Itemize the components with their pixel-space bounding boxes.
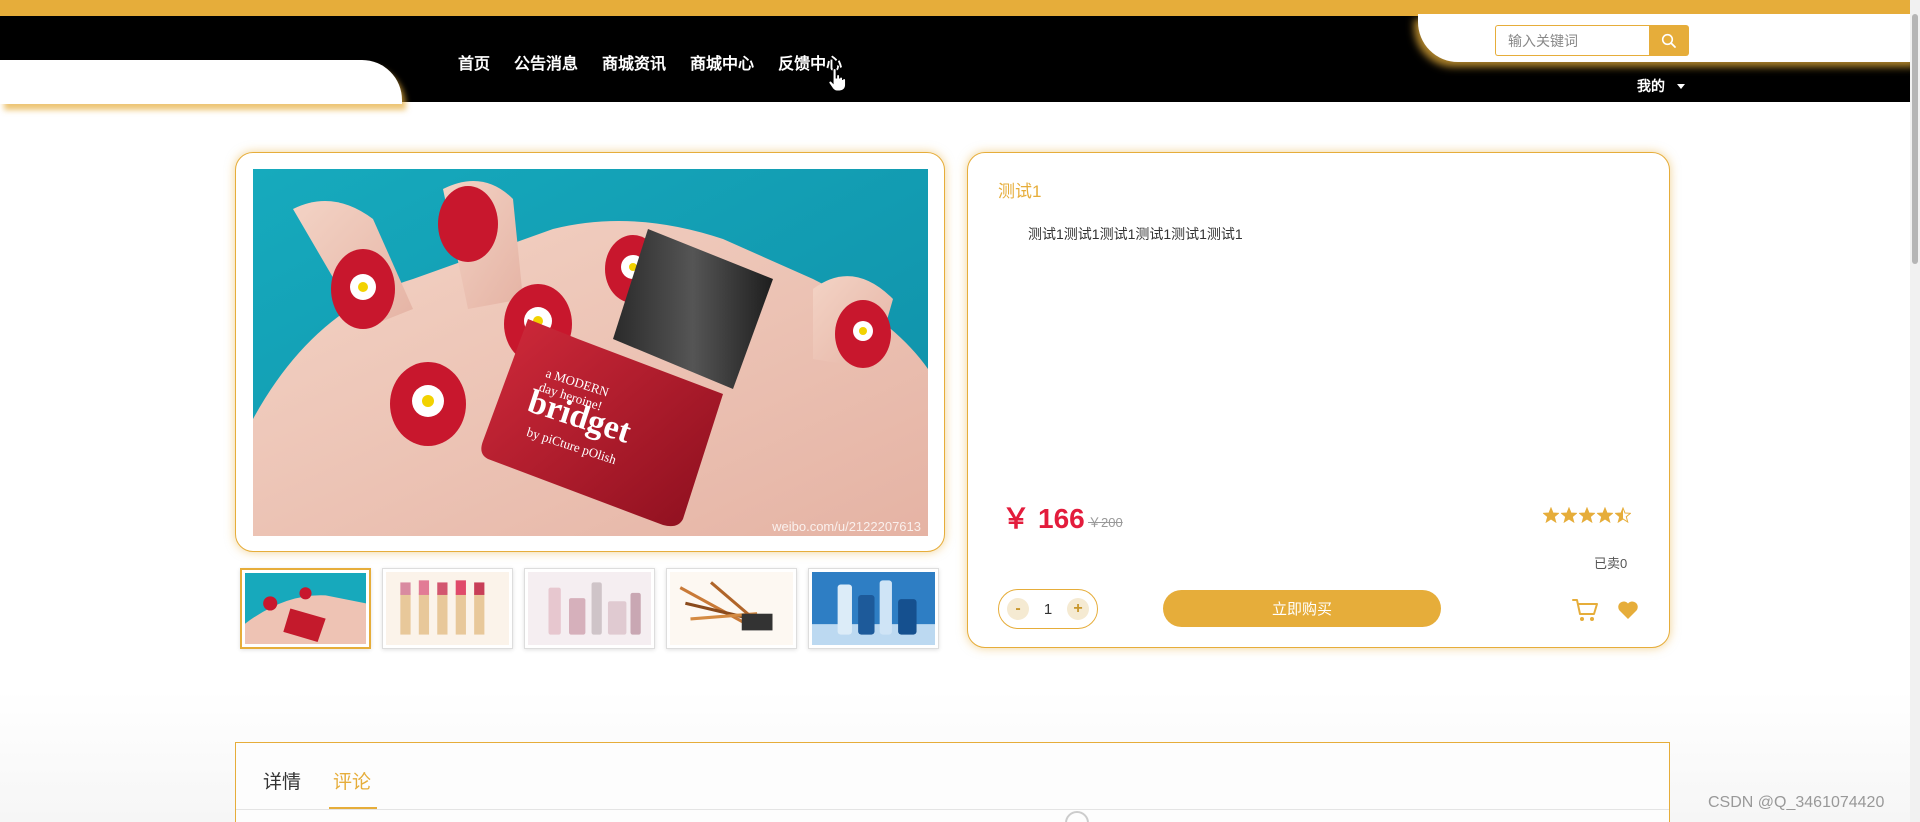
- thumbnail-2[interactable]: [382, 568, 513, 649]
- star-icon: [1561, 507, 1577, 523]
- image-watermark-text: weibo.com/u/2122207613: [771, 519, 921, 534]
- logo-area: [0, 60, 402, 104]
- tab-details[interactable]: 详情: [263, 767, 301, 794]
- product-info-panel: 测试1 测试1测试1测试1测试1测试1测试1 ￥ 166 ￥200 已卖0 - …: [967, 152, 1670, 648]
- product-gallery: bridget a MODERN day heroine! by piCture…: [235, 152, 945, 552]
- chevron-down-icon: [1677, 83, 1685, 89]
- currency-symbol: ￥: [1002, 503, 1031, 534]
- product-title: 测试1: [998, 182, 1042, 201]
- page-scrollbar[interactable]: [1910, 0, 1920, 822]
- detail-tabs: 详情 评论: [235, 742, 1670, 822]
- quantity-value[interactable]: 1: [1044, 601, 1052, 618]
- main-nav: 首页 公告消息 商城资讯 商城中心 反馈中心: [458, 50, 842, 74]
- star-icon: [1615, 507, 1631, 523]
- star-icon: [1543, 507, 1559, 523]
- search-box: [1495, 25, 1689, 56]
- star-icon: [1579, 507, 1595, 523]
- search-button[interactable]: [1649, 25, 1689, 56]
- scrollbar-thumb[interactable]: [1912, 14, 1918, 264]
- price-value: 166: [1038, 503, 1085, 534]
- heart-icon[interactable]: [1617, 600, 1639, 620]
- thumbnail-4[interactable]: [666, 568, 797, 649]
- quantity-stepper: - 1 +: [998, 589, 1098, 629]
- user-menu[interactable]: 我的: [1637, 76, 1685, 96]
- nav-news[interactable]: 商城资讯: [602, 50, 666, 74]
- thumbnail-3[interactable]: [524, 568, 655, 649]
- user-menu-label: 我的: [1637, 78, 1665, 94]
- product-main-image[interactable]: bridget a MODERN day heroine! by piCture…: [253, 169, 928, 536]
- product-price: ￥ 166: [1002, 497, 1085, 537]
- nav-home[interactable]: 首页: [458, 50, 490, 74]
- product-description: 测试1测试1测试1测试1测试1测试1: [1028, 226, 1243, 242]
- hand-cursor-icon: [828, 68, 846, 92]
- original-price: ￥200: [1088, 515, 1123, 530]
- rating-stars: [1543, 507, 1631, 523]
- thumbnail-1[interactable]: [240, 568, 371, 649]
- quantity-increase-button[interactable]: +: [1067, 598, 1089, 620]
- tabs-divider: [236, 809, 1669, 810]
- buy-now-button[interactable]: 立即购买: [1163, 590, 1441, 627]
- nav-mall[interactable]: 商城中心: [690, 50, 754, 74]
- tab-comments[interactable]: 评论: [333, 767, 371, 794]
- csdn-watermark: CSDN @Q_3461074420: [1708, 794, 1885, 811]
- sold-count: 已卖0: [1594, 556, 1628, 571]
- thumbnail-strip: [240, 568, 939, 649]
- thumbnail-5[interactable]: [808, 568, 939, 649]
- search-input[interactable]: [1495, 25, 1649, 56]
- cart-icon[interactable]: [1571, 597, 1599, 623]
- nav-notice[interactable]: 公告消息: [514, 50, 578, 74]
- star-icon: [1597, 507, 1613, 523]
- search-icon: [1661, 33, 1676, 48]
- quantity-decrease-button[interactable]: -: [1007, 598, 1029, 620]
